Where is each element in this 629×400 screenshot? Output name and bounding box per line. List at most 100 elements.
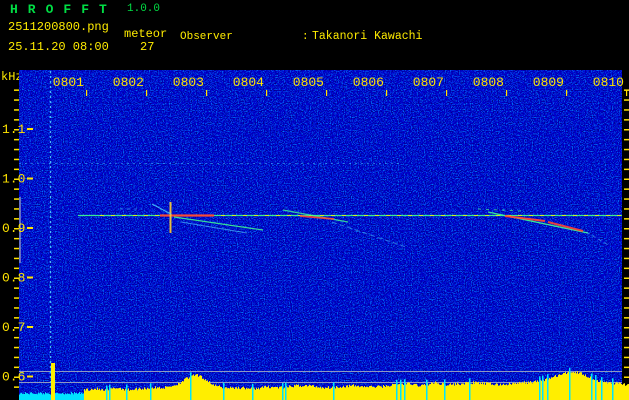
meter-event-tick: [150, 383, 152, 400]
time-tick: [566, 90, 568, 96]
meter-event-tick: [400, 379, 402, 400]
meter-event-tick: [106, 385, 108, 400]
meter-event-tick: [542, 375, 544, 400]
freq-tick-minor-left: [14, 287, 19, 289]
freq-label: 0.7: [2, 320, 25, 335]
time-tick: [146, 90, 148, 96]
meter-event-tick: [109, 384, 111, 400]
freq-tick-minor-right: [624, 89, 629, 91]
meter-event-tick: [285, 382, 287, 400]
freq-label: 0.8: [2, 271, 25, 286]
time-label: 0809: [533, 75, 564, 90]
freq-tick-minor-left: [14, 346, 19, 349]
freq-tick-major: [27, 375, 33, 378]
freq-tick-minor-left: [14, 218, 19, 220]
freq-tick-minor-left: [14, 129, 19, 131]
time-label: 0806: [353, 75, 384, 90]
time-label: 0807: [413, 75, 444, 90]
meter-event-tick: [190, 372, 192, 400]
freq-tick-minor-left: [14, 178, 19, 180]
freq-tick-minor-left: [14, 198, 19, 200]
freq-tick-minor-left: [14, 327, 19, 329]
freq-tick-major: [27, 276, 33, 279]
freq-tick-minor-left: [14, 148, 19, 151]
meter-event-tick: [539, 376, 541, 400]
freq-tick-minor-left: [14, 228, 19, 230]
freq-tick-minor-right: [624, 158, 629, 161]
freq-tick-minor-left: [14, 109, 19, 111]
freq-tick-minor-right: [624, 247, 629, 250]
freq-tick-minor-left: [14, 158, 19, 161]
freq-tick-minor-left: [14, 247, 19, 250]
freq-tick-minor-right: [624, 257, 629, 260]
freq-tick-major: [27, 177, 33, 180]
time-tick: [266, 90, 268, 96]
freq-tick-minor-right: [624, 198, 629, 200]
freq-tick-minor-left: [14, 257, 19, 260]
freq-tick-minor-right: [624, 178, 629, 180]
freq-tick-minor-left: [14, 366, 19, 369]
time-label: 0804: [233, 75, 264, 90]
meter-event-tick: [126, 384, 128, 400]
freq-tick-minor-left: [14, 119, 19, 121]
time-tick: [386, 90, 388, 96]
meter-event-tick: [426, 379, 428, 400]
time-tick: [446, 90, 448, 96]
hrofft-window: HROFFT 1.0.0 2511200800.png meteor 25.11…: [0, 0, 629, 400]
freq-tick-major: [27, 326, 33, 328]
time-tick: [206, 90, 208, 96]
freq-tick-minor-right: [624, 277, 629, 279]
freq-tick-minor-left: [14, 317, 19, 319]
freq-tick-minor-right: [624, 336, 629, 339]
meter-event-tick: [591, 373, 593, 400]
freq-tick-major: [27, 227, 33, 229]
freq-tick-minor-right: [624, 376, 629, 378]
time-label: 0808: [473, 75, 504, 90]
meter-event-tick: [396, 379, 398, 400]
time-label: 0801: [53, 75, 84, 90]
freq-tick-minor-right: [624, 267, 629, 270]
meter-event-tick: [595, 375, 597, 400]
freq-tick-minor-left: [14, 267, 19, 270]
freq-tick-minor-right: [624, 218, 629, 220]
freq-tick-minor-left: [14, 386, 19, 388]
freq-tick-minor-right: [624, 307, 629, 309]
freq-tick-minor-left: [14, 297, 19, 299]
meter-event-tick: [252, 383, 254, 400]
freq-tick-minor-right: [624, 228, 629, 230]
freq-tick-minor-right: [624, 119, 629, 121]
meter-event-tick: [333, 382, 335, 400]
freq-label: 1.1: [2, 122, 26, 137]
freq-tick-minor-left: [14, 89, 19, 91]
meter-event-tick: [569, 367, 571, 400]
freq-tick-minor-right: [624, 237, 629, 240]
time-label: 0810: [593, 75, 624, 90]
freq-tick-minor-right: [624, 148, 629, 151]
time-tick: [86, 90, 88, 96]
freq-label: 0.9: [2, 221, 25, 236]
freq-tick-minor-left: [14, 307, 19, 309]
freq-label: 1.0: [2, 172, 25, 187]
freq-tick-minor-left: [14, 336, 19, 339]
freq-tick-minor-left: [14, 99, 19, 101]
meter-event-tick: [444, 379, 446, 400]
freq-label: 0.6: [2, 370, 25, 385]
freq-tick-minor-right: [624, 287, 629, 289]
meter-event-tick: [223, 382, 225, 400]
freq-tick-minor-right: [624, 109, 629, 111]
freq-tick-minor-right: [624, 129, 629, 131]
freq-tick-minor-left: [14, 208, 19, 210]
freq-tick-minor-right: [624, 208, 629, 210]
freq-tick-minor-right: [624, 99, 629, 101]
meter-event-tick: [469, 378, 471, 400]
freq-tick-minor-right: [624, 297, 629, 299]
time-label: 0803: [173, 75, 204, 90]
freq-tick-minor-left: [14, 188, 19, 190]
freq-tick-minor-left: [14, 356, 19, 359]
freq-tick-minor-right: [624, 366, 629, 369]
meter-event-tick: [612, 378, 614, 400]
freq-tick-minor-right: [624, 356, 629, 359]
meter-event-tick: [404, 379, 406, 400]
freq-tick-minor-right: [624, 346, 629, 349]
spectrogram-plot: 0801 0802 0803 0804 0805 0806 0807 0808 0809 0810…: [2, 70, 629, 400]
